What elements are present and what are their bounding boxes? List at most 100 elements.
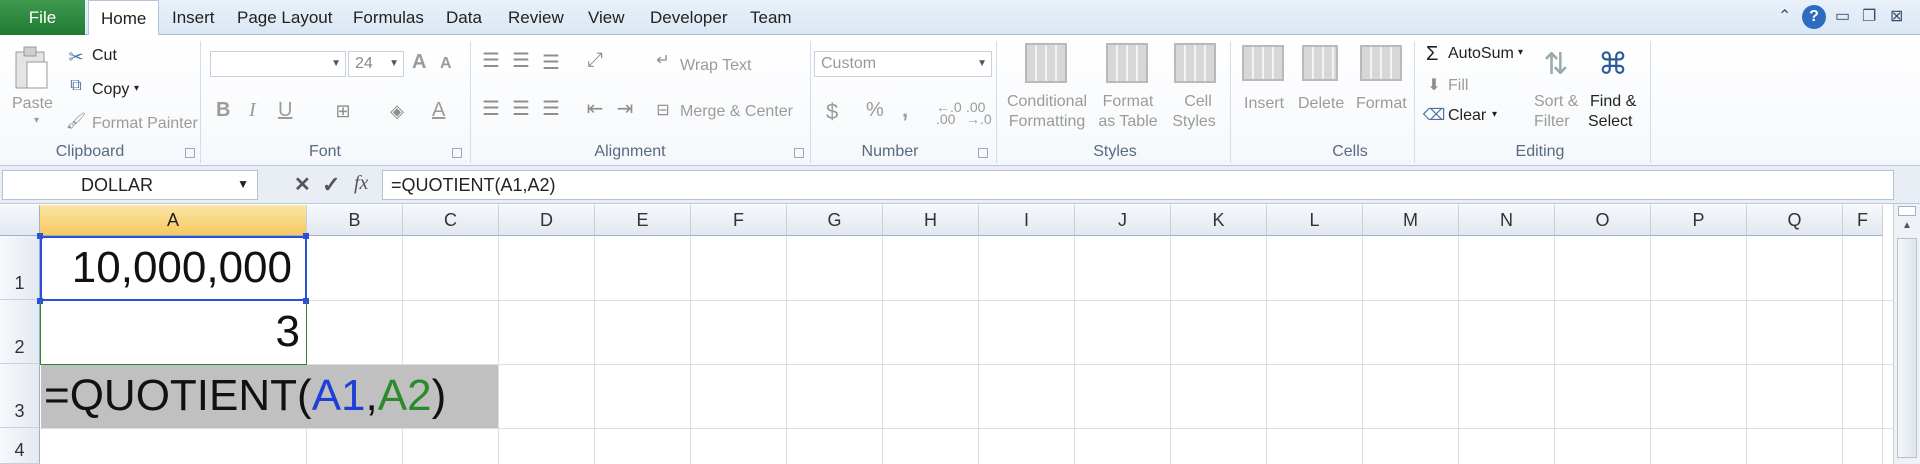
decrease-decimal-button[interactable]: .00 →.0 bbox=[966, 100, 992, 126]
currency-button[interactable]: $ bbox=[826, 99, 838, 125]
autosum-button[interactable]: AutoSum bbox=[1448, 45, 1514, 63]
column-header-6[interactable]: G bbox=[787, 205, 883, 236]
tab-developer[interactable]: Developer bbox=[650, 0, 728, 35]
cell-styles-label[interactable]: Cell bbox=[1170, 93, 1226, 111]
sort-filter-label-2[interactable]: Filter bbox=[1534, 113, 1570, 131]
formula-input[interactable]: =QUOTIENT(A1,A2) bbox=[382, 170, 1894, 200]
clear-button[interactable]: Clear bbox=[1448, 107, 1486, 125]
format-as-table-icon[interactable] bbox=[1106, 43, 1148, 83]
format-cells-icon[interactable] bbox=[1360, 45, 1402, 81]
clipboard-launcher-icon[interactable] bbox=[185, 148, 195, 158]
sort-filter-icon[interactable]: ⇅ bbox=[1536, 41, 1576, 87]
increase-indent-icon[interactable]: ⇥ bbox=[612, 97, 638, 120]
row-header-3[interactable]: 3 bbox=[0, 364, 40, 428]
enter-icon[interactable]: ✓ bbox=[322, 172, 340, 198]
scroll-up-icon[interactable]: ▲ bbox=[1898, 220, 1916, 234]
minimize-ribbon-icon[interactable]: ⌃ bbox=[1778, 6, 1791, 26]
column-header-17[interactable]: F bbox=[1843, 205, 1883, 236]
shrink-font-icon[interactable]: A bbox=[440, 55, 452, 73]
column-header-14[interactable]: O bbox=[1555, 205, 1651, 236]
font-name-select[interactable]: ▼ bbox=[210, 51, 346, 77]
column-header-0[interactable]: A bbox=[40, 205, 307, 236]
cell-a3[interactable]: =QUOTIENT(A1, A2) bbox=[44, 365, 446, 427]
font-size-select[interactable]: 24 ▼ bbox=[348, 51, 404, 77]
select-all-corner[interactable] bbox=[0, 205, 40, 236]
paste-icon[interactable] bbox=[12, 43, 52, 93]
close-window-icon[interactable]: ⊠ bbox=[1890, 6, 1903, 26]
find-select-label[interactable]: Find & bbox=[1590, 93, 1636, 111]
number-launcher-icon[interactable] bbox=[978, 148, 988, 158]
format-painter-icon[interactable]: 🖌 bbox=[66, 111, 86, 131]
conditional-formatting-label[interactable]: Conditional bbox=[1004, 93, 1090, 111]
column-header-2[interactable]: C bbox=[403, 205, 499, 236]
column-header-13[interactable]: N bbox=[1459, 205, 1555, 236]
wrap-text-icon[interactable]: ↵ bbox=[652, 49, 674, 71]
column-header-10[interactable]: K bbox=[1171, 205, 1267, 236]
cancel-icon[interactable]: ✕ bbox=[294, 172, 311, 197]
row-header-1[interactable]: 1 bbox=[0, 236, 40, 300]
column-header-1[interactable]: B bbox=[307, 205, 403, 236]
column-header-11[interactable]: L bbox=[1267, 205, 1363, 236]
borders-icon[interactable]: ⊞ bbox=[330, 99, 356, 123]
vertical-scrollbar[interactable]: ▲ bbox=[1893, 204, 1920, 464]
tab-formulas[interactable]: Formulas bbox=[353, 0, 424, 35]
cell-a2[interactable]: 3 bbox=[42, 301, 300, 363]
cell-styles-label-2[interactable]: Styles bbox=[1166, 113, 1222, 131]
chevron-down-icon[interactable]: ▼ bbox=[237, 177, 249, 191]
decrease-indent-icon[interactable]: ⇤ bbox=[582, 97, 608, 120]
grow-font-icon[interactable]: A bbox=[412, 51, 426, 74]
tab-insert[interactable]: Insert bbox=[172, 0, 215, 35]
font-launcher-icon[interactable] bbox=[452, 148, 462, 158]
merge-center-icon[interactable]: ⊟ bbox=[652, 99, 674, 121]
tab-team[interactable]: Team bbox=[750, 0, 792, 35]
tab-page-layout[interactable]: Page Layout bbox=[237, 0, 332, 35]
column-header-15[interactable]: P bbox=[1651, 205, 1747, 236]
find-select-label-2[interactable]: Select bbox=[1588, 113, 1632, 131]
column-header-4[interactable]: E bbox=[595, 205, 691, 236]
orientation-icon[interactable]: ⤢ bbox=[580, 49, 610, 71]
align-center-icon[interactable]: ☰ bbox=[508, 97, 534, 120]
insert-cells-icon[interactable] bbox=[1242, 45, 1284, 81]
align-top-icon[interactable]: ☰ bbox=[478, 49, 504, 72]
insert-function-icon[interactable]: fx bbox=[354, 172, 368, 195]
scroll-thumb[interactable] bbox=[1897, 238, 1917, 458]
sort-filter-label[interactable]: Sort & bbox=[1534, 93, 1578, 111]
tab-home[interactable]: Home bbox=[88, 0, 160, 36]
cell-a1[interactable]: 10,000,000 bbox=[42, 237, 292, 299]
tab-view[interactable]: View bbox=[588, 0, 625, 35]
column-header-7[interactable]: H bbox=[883, 205, 979, 236]
cell-styles-icon[interactable] bbox=[1174, 43, 1216, 83]
paste-button[interactable]: Paste bbox=[12, 95, 53, 113]
align-bottom-icon[interactable]: ☰ bbox=[538, 51, 564, 74]
font-color-button[interactable]: A bbox=[432, 99, 445, 122]
align-right-icon[interactable]: ☰ bbox=[538, 97, 564, 120]
column-header-8[interactable]: I bbox=[979, 205, 1075, 236]
delete-button[interactable]: Delete bbox=[1298, 95, 1344, 113]
column-header-12[interactable]: M bbox=[1363, 205, 1459, 236]
row-header-4[interactable]: 4 bbox=[0, 428, 40, 464]
conditional-formatting-label-2[interactable]: Formatting bbox=[1004, 113, 1090, 131]
copy-icon[interactable]: ⧉ bbox=[66, 76, 86, 96]
fill-color-icon[interactable]: ◈ bbox=[384, 99, 410, 123]
format-button[interactable]: Format bbox=[1356, 95, 1407, 113]
eraser-icon[interactable]: ⌫ bbox=[1423, 105, 1446, 125]
autosum-icon[interactable]: Σ bbox=[1426, 43, 1438, 66]
percent-button[interactable]: % bbox=[866, 99, 884, 122]
cut-button[interactable]: Cut bbox=[92, 47, 117, 65]
name-box[interactable]: DOLLAR ▼ bbox=[2, 170, 258, 200]
italic-button[interactable]: I bbox=[249, 99, 256, 122]
increase-decimal-button[interactable]: ←.0 .00 bbox=[936, 100, 962, 126]
merge-center-button[interactable]: Merge & Center bbox=[680, 103, 793, 121]
wrap-text-button[interactable]: Wrap Text bbox=[680, 57, 751, 75]
align-left-icon[interactable]: ☰ bbox=[478, 97, 504, 120]
help-icon[interactable]: ? bbox=[1802, 5, 1826, 29]
format-painter-button[interactable]: Format Painter bbox=[92, 115, 198, 133]
alignment-launcher-icon[interactable] bbox=[794, 148, 804, 158]
fill-icon[interactable]: ⬇ bbox=[1424, 75, 1444, 95]
fill-button[interactable]: Fill bbox=[1448, 77, 1468, 95]
column-header-9[interactable]: J bbox=[1075, 205, 1171, 236]
column-header-16[interactable]: Q bbox=[1747, 205, 1843, 236]
minimize-window-icon[interactable]: ▭ bbox=[1835, 6, 1850, 26]
underline-button[interactable]: U bbox=[278, 99, 292, 122]
conditional-formatting-icon[interactable] bbox=[1025, 43, 1067, 83]
